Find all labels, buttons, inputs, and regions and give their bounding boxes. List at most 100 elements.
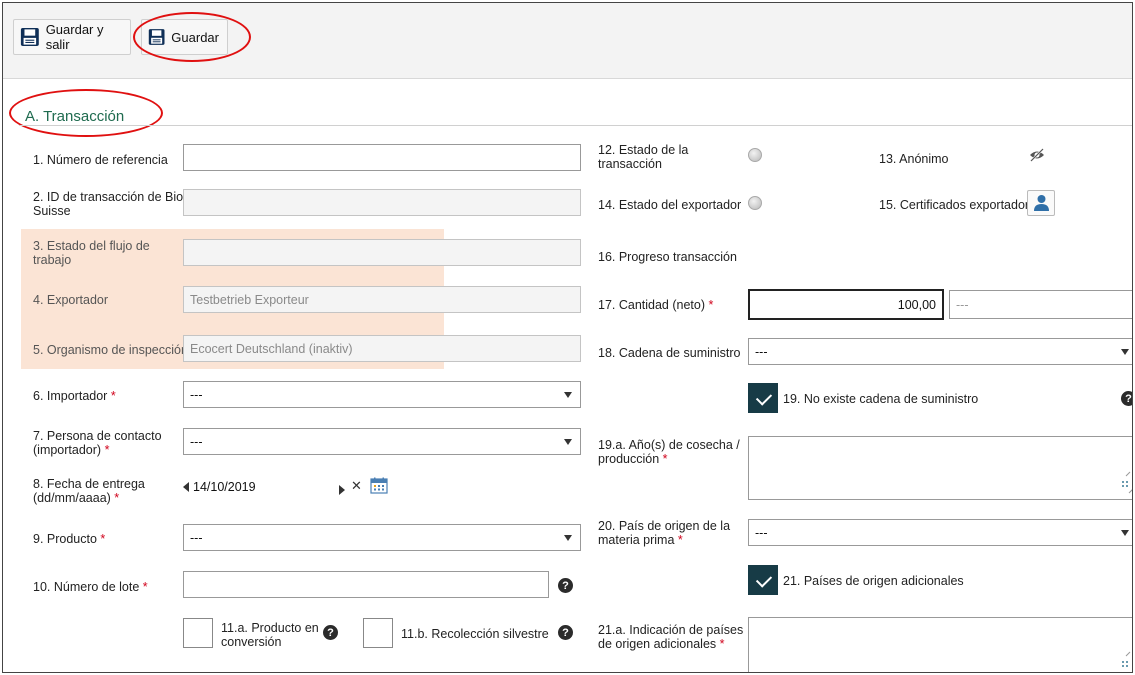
required-mark: * <box>708 298 714 312</box>
additional-origin-indication-label-line2: de origen adicionales <box>598 637 717 651</box>
origin-country-select[interactable]: --- <box>748 519 1132 546</box>
reference-number-input[interactable] <box>183 144 581 171</box>
in-conversion-label: 11.a. Producto en conversión <box>221 621 319 649</box>
save-label: Guardar <box>171 29 219 45</box>
net-quantity-label: 17. Cantidad (neto) * <box>598 298 713 312</box>
contact-person-label: 7. Persona de contacto (importador) * <box>33 429 162 457</box>
no-supply-chain-label: 19. No existe cadena de suministro <box>783 392 979 406</box>
required-mark: * <box>677 533 683 547</box>
supply-chain-select-value: --- <box>755 344 768 359</box>
transaction-status-label-line2: transacción <box>598 157 662 171</box>
chevron-down-icon <box>564 438 572 445</box>
transaction-status-label-line1: 12. Estado de la <box>598 143 689 157</box>
section-title: A. Transacción <box>25 108 125 125</box>
required-mark: * <box>719 637 725 651</box>
required-mark: * <box>142 580 148 594</box>
next-day-icon[interactable] <box>339 485 345 495</box>
required-mark: * <box>110 389 116 403</box>
origin-country-select-value: --- <box>755 525 768 540</box>
quantity-unit-select[interactable]: --- <box>949 290 1132 319</box>
exporter-input: Testbetrieb Exporteur <box>183 286 581 313</box>
required-mark: * <box>104 443 110 457</box>
transaction-status-label: 12. Estado de la transacción <box>598 143 688 171</box>
net-quantity-label-text: 17. Cantidad (neto) <box>598 298 706 312</box>
chevron-down-icon <box>1121 348 1129 355</box>
clear-date-icon[interactable]: ✕ <box>351 478 362 494</box>
bio-suisse-id-input <box>183 189 581 216</box>
previous-day-icon[interactable] <box>183 482 189 492</box>
textarea-resize-icon[interactable] <box>1122 649 1133 671</box>
form-window: Guardar y salir Guardar A. Transacción 1… <box>2 2 1133 673</box>
help-icon[interactable]: ? <box>323 625 338 640</box>
contact-person-label-line1: 7. Persona de contacto <box>33 429 162 443</box>
importer-label: 6. Importador * <box>33 389 116 403</box>
in-conversion-label-line1: 11.a. Producto en <box>221 621 319 635</box>
additional-origin-countries-checkbox[interactable] <box>748 565 778 595</box>
additional-origin-indication-textarea[interactable] <box>748 617 1132 672</box>
lot-number-label: 10. Número de lote * <box>33 580 148 594</box>
delivery-date-label: 8. Fecha de entrega (dd/mm/aaaa) * <box>33 477 145 505</box>
required-mark: * <box>114 491 120 505</box>
in-conversion-label-line2: conversión <box>221 635 282 649</box>
save-button[interactable]: Guardar <box>141 19 228 55</box>
harvest-years-label: 19.a. Año(s) de cosecha / producción * <box>598 438 740 466</box>
product-select-value: --- <box>190 530 203 545</box>
delivery-date-value[interactable]: 14/10/2019 <box>193 480 256 494</box>
save-and-exit-button[interactable]: Guardar y salir <box>13 19 131 55</box>
lot-number-input[interactable] <box>183 571 549 598</box>
exporter-status-label: 14. Estado del exportador <box>598 198 742 212</box>
calendar-icon[interactable] <box>370 477 388 494</box>
harvest-years-textarea[interactable] <box>748 436 1132 500</box>
product-label-text: 9. Producto <box>33 532 97 546</box>
wild-collection-checkbox[interactable] <box>363 618 393 648</box>
contact-person-label-line2: (importador) <box>33 443 102 457</box>
exporter-certificates-button[interactable] <box>1027 190 1055 216</box>
wild-collection-label: 11.b. Recolección silvestre <box>401 627 549 641</box>
help-icon[interactable]: ? <box>1121 391 1132 406</box>
supply-chain-select[interactable]: --- <box>748 338 1132 365</box>
anonymous-label: 13. Anónimo <box>879 152 949 166</box>
origin-country-label-line2: materia prima <box>598 533 675 547</box>
contact-person-select-value: --- <box>190 434 203 449</box>
no-supply-chain-checkbox[interactable] <box>748 383 778 413</box>
harvest-years-label-line1: 19.a. Año(s) de cosecha / <box>598 438 740 452</box>
reference-number-label: 1. Número de referencia <box>33 153 168 167</box>
toolbar: Guardar y salir Guardar <box>3 3 1132 79</box>
delivery-date-label-line2: (dd/mm/aaaa) <box>33 491 111 505</box>
transaction-status-indicator <box>748 148 762 162</box>
additional-origin-indication-label-line1: 21.a. Indicación de países <box>598 623 744 637</box>
importer-select[interactable]: --- <box>183 381 581 408</box>
textarea-resize-icon[interactable] <box>1122 469 1133 495</box>
delivery-date-field[interactable]: 14/10/2019 <box>183 480 256 494</box>
save-and-exit-label: Guardar y salir <box>45 22 104 52</box>
exporter-label: 4. Exportador <box>33 293 109 307</box>
required-mark: * <box>662 452 668 466</box>
chevron-down-icon <box>1121 529 1129 536</box>
workflow-status-label-line1: 3. Estado del flujo de <box>33 239 150 253</box>
contact-person-select[interactable]: --- <box>183 428 581 455</box>
required-mark: * <box>100 532 106 546</box>
floppy-disk-icon <box>20 28 39 46</box>
net-quantity-input[interactable]: 100,00 <box>748 289 944 320</box>
supply-chain-label: 18. Cadena de suministro <box>598 346 741 360</box>
inspection-body-label: 5. Organismo de inspección <box>33 343 188 357</box>
help-icon[interactable]: ? <box>558 578 573 593</box>
section-divider <box>19 125 1132 126</box>
delivery-date-label-line1: 8. Fecha de entrega <box>33 477 145 491</box>
product-select[interactable]: --- <box>183 524 581 551</box>
eye-slash-icon[interactable] <box>1029 148 1045 162</box>
in-conversion-checkbox[interactable] <box>183 618 213 648</box>
chevron-down-icon <box>564 391 572 398</box>
product-label: 9. Producto * <box>33 532 105 546</box>
workflow-status-label: 3. Estado del flujo de trabajo <box>33 239 150 267</box>
floppy-disk-icon <box>148 29 165 45</box>
bio-suisse-id-label: 2. ID de transacción de Bio Suisse <box>33 190 183 218</box>
chevron-down-icon <box>564 534 572 541</box>
exporter-status-indicator <box>748 196 762 210</box>
exporter-certificates-label: 15. Certificados exportador <box>879 198 1030 212</box>
bio-suisse-id-label-line2: Suisse <box>33 204 71 218</box>
inspection-body-input: Ecocert Deutschland (inaktiv) <box>183 335 581 362</box>
additional-origin-indication-label: 21.a. Indicación de países de origen adi… <box>598 623 743 651</box>
help-icon[interactable]: ? <box>558 625 573 640</box>
origin-country-label: 20. País de origen de la materia prima * <box>598 519 730 547</box>
